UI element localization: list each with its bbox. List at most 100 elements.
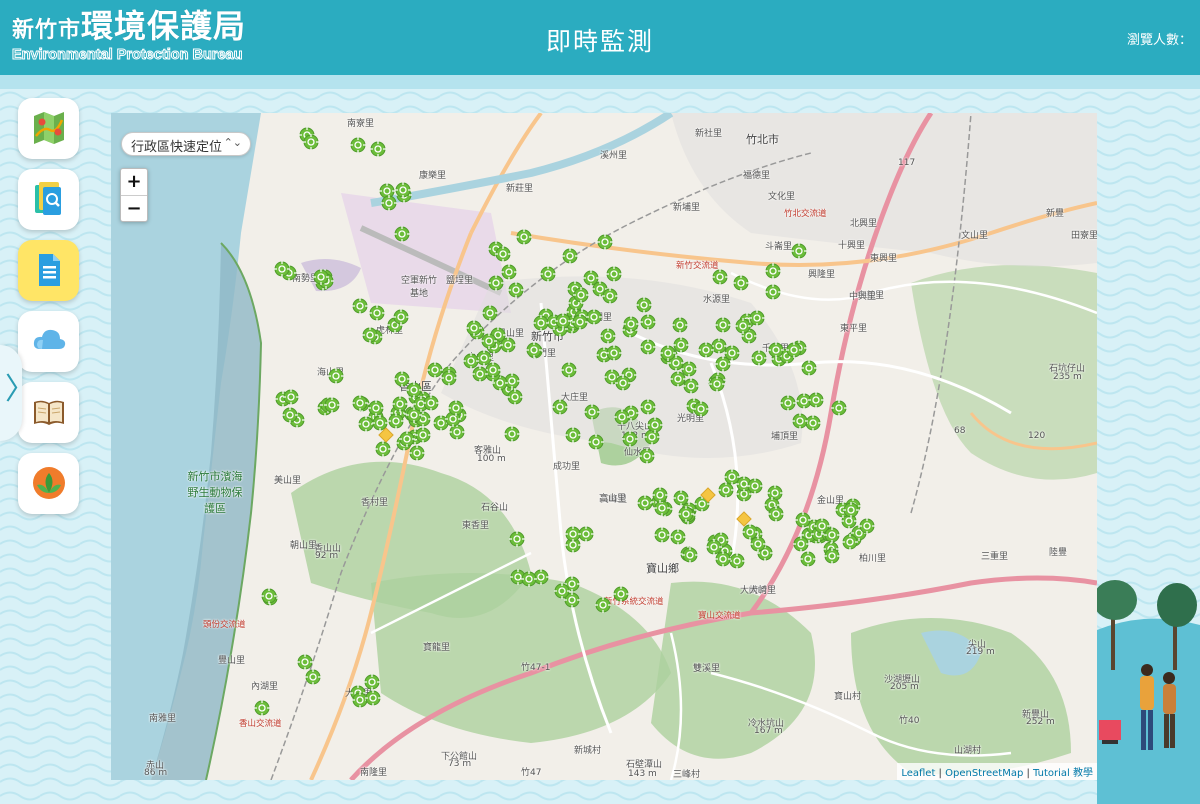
station-marker[interactable] [823, 547, 841, 565]
station-marker[interactable] [764, 262, 782, 280]
station-marker[interactable] [393, 225, 411, 243]
sidebar-item-documents[interactable] [18, 240, 79, 301]
station-marker[interactable] [732, 274, 750, 292]
zoom-out-button[interactable]: − [121, 195, 147, 221]
zoom-in-button[interactable]: + [121, 169, 147, 195]
station-marker[interactable] [364, 689, 382, 707]
station-marker[interactable] [587, 433, 605, 451]
station-marker[interactable] [327, 367, 345, 385]
station-marker[interactable] [281, 406, 299, 424]
station-marker[interactable] [638, 447, 656, 465]
station-marker[interactable] [681, 546, 699, 564]
station-marker[interactable] [363, 673, 381, 691]
station-marker[interactable] [392, 308, 410, 326]
station-marker[interactable] [767, 505, 785, 523]
station-marker[interactable] [705, 538, 723, 556]
station-marker[interactable] [471, 365, 489, 383]
station-marker[interactable] [669, 528, 687, 546]
station-marker[interactable] [367, 399, 385, 417]
station-marker[interactable] [551, 398, 569, 416]
station-marker[interactable] [500, 263, 518, 281]
station-marker[interactable] [692, 400, 710, 418]
station-marker[interactable] [659, 344, 677, 362]
station-marker[interactable] [480, 332, 498, 350]
station-marker[interactable] [653, 526, 671, 544]
station-marker[interactable] [792, 535, 810, 553]
station-marker[interactable] [639, 398, 657, 416]
station-marker[interactable] [613, 408, 631, 426]
station-marker[interactable] [503, 425, 521, 443]
station-marker[interactable] [697, 341, 715, 359]
station-marker[interactable] [506, 388, 524, 406]
station-marker[interactable] [621, 430, 639, 448]
station-marker[interactable] [767, 341, 785, 359]
station-marker[interactable] [539, 265, 557, 283]
station-marker[interactable] [790, 242, 808, 260]
sidebar-item-map[interactable] [18, 98, 79, 159]
station-marker[interactable] [481, 304, 499, 322]
station-marker[interactable] [594, 596, 612, 614]
station-marker[interactable] [554, 312, 572, 330]
station-marker[interactable] [708, 375, 726, 393]
station-marker[interactable] [507, 281, 525, 299]
station-marker[interactable] [304, 668, 322, 686]
station-marker[interactable] [508, 530, 526, 548]
station-marker[interactable] [282, 388, 300, 406]
station-marker[interactable] [583, 403, 601, 421]
station-marker[interactable] [746, 477, 764, 495]
station-marker[interactable] [714, 316, 732, 334]
station-marker[interactable] [414, 426, 432, 444]
station-marker[interactable] [564, 426, 582, 444]
station-marker[interactable] [571, 313, 589, 331]
station-marker[interactable] [582, 269, 600, 287]
station-marker[interactable] [349, 136, 367, 154]
station-marker[interactable] [405, 381, 423, 399]
station-marker[interactable] [260, 587, 278, 605]
sidebar-item-search-report[interactable] [18, 169, 79, 230]
station-marker[interactable] [572, 286, 590, 304]
station-marker[interactable] [858, 517, 876, 535]
leaflet-link[interactable]: Leaflet [901, 768, 935, 779]
station-marker[interactable] [614, 374, 632, 392]
station-marker[interactable] [800, 359, 818, 377]
station-marker[interactable] [671, 316, 689, 334]
station-marker[interactable] [723, 344, 741, 362]
station-marker[interactable] [677, 505, 695, 523]
tutorial-link[interactable]: Tutorial 教學 [1033, 768, 1093, 779]
station-marker[interactable] [823, 526, 841, 544]
station-marker[interactable] [561, 247, 579, 265]
station-marker[interactable] [323, 396, 341, 414]
station-marker[interactable] [447, 399, 465, 417]
sidebar-item-environment[interactable] [18, 453, 79, 514]
station-marker[interactable] [651, 486, 669, 504]
sidebar-item-weather[interactable] [18, 311, 79, 372]
station-marker[interactable] [599, 327, 617, 345]
station-marker[interactable] [394, 181, 412, 199]
station-marker[interactable] [841, 533, 859, 551]
station-marker[interactable] [750, 349, 768, 367]
station-marker-alert[interactable] [700, 487, 716, 503]
station-marker[interactable] [764, 283, 782, 301]
station-marker[interactable] [807, 391, 825, 409]
station-marker[interactable] [682, 377, 700, 395]
station-marker[interactable] [639, 338, 657, 356]
station-marker[interactable] [312, 268, 330, 286]
station-marker[interactable] [351, 297, 369, 315]
station-marker[interactable] [532, 314, 550, 332]
station-marker[interactable] [605, 344, 623, 362]
station-marker[interactable] [440, 369, 458, 387]
station-marker[interactable] [622, 315, 640, 333]
station-marker[interactable] [553, 582, 571, 600]
station-marker[interactable] [605, 265, 623, 283]
station-marker[interactable] [830, 399, 848, 417]
station-marker[interactable] [639, 313, 657, 331]
station-marker[interactable] [785, 341, 803, 359]
station-marker[interactable] [791, 412, 809, 430]
station-marker[interactable] [601, 287, 619, 305]
station-marker[interactable] [368, 304, 386, 322]
station-marker[interactable] [560, 361, 578, 379]
station-marker[interactable] [612, 585, 630, 603]
station-marker[interactable] [564, 525, 582, 543]
station-marker[interactable] [525, 341, 543, 359]
station-marker-alert[interactable] [378, 427, 394, 443]
